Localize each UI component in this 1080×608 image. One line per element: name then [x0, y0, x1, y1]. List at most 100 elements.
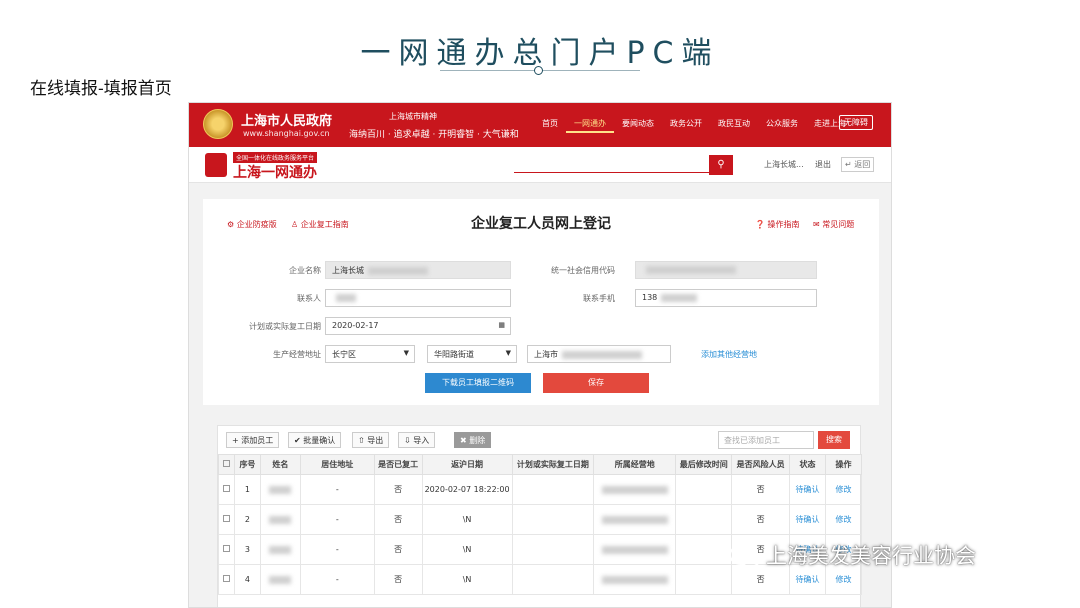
employee-address: - [299, 474, 375, 505]
business-site [593, 534, 677, 565]
credit-code-field [635, 261, 817, 279]
gov-site-name[interactable]: 上海市人民政府 [241, 110, 332, 129]
nav-item-open-gov[interactable]: 政务公开 [662, 118, 710, 133]
gov-nav: 首页 一网通办 要闻动态 政务公开 政民互动 公众服务 走进上海 [534, 118, 854, 133]
logout-link[interactable]: 退出 [815, 159, 831, 170]
browser-screenshot: 上海市人民政府 www.shanghai.gov.cn 上海城市精神 海纳百川 … [188, 102, 892, 608]
label-phone: 联系手机 [583, 294, 615, 303]
add-employee-label: 添加员工 [241, 436, 274, 445]
table-row[interactable]: 1 - 否 2020-02-07 18:22:00 否 待确认 修改 [218, 474, 863, 505]
add-address-link[interactable]: 添加其他经营地 [701, 349, 757, 360]
col-header: 状态 [789, 454, 826, 475]
select-all-checkbox[interactable] [218, 454, 235, 475]
row-checkbox[interactable] [218, 564, 235, 595]
city-spirit-slogan: 海纳百川 · 追求卓越 · 开明睿智 · 大气谦和 [349, 130, 519, 140]
wechat-icon [729, 545, 760, 568]
risk-flag: 否 [731, 474, 791, 505]
nav-item-yiwangtongban[interactable]: 一网通办 [566, 118, 614, 133]
download-qrcode-button[interactable]: 下载员工填报二维码 [425, 373, 531, 393]
employee-address: - [299, 504, 375, 535]
nav-item-home[interactable]: 首页 [534, 118, 566, 133]
row-checkbox[interactable] [218, 534, 235, 565]
label-address: 生产经营地址 [273, 350, 321, 359]
table-row[interactable]: 2 - 否 \N 否 待确认 修改 [218, 504, 863, 535]
col-header: 计划或实际复工日期 [511, 454, 595, 475]
return-date: \N [421, 504, 513, 535]
back-button[interactable]: ↵ 返回 [841, 157, 875, 172]
table-header-row: 序号 姓名 居住地址 是否已复工 返沪日期 计划或实际复工日期 所属经营地 最后… [218, 454, 863, 475]
redacted-text [269, 515, 292, 524]
edit-link[interactable]: 修改 [824, 474, 863, 505]
phone-field[interactable]: 138 [635, 289, 817, 307]
employee-name [259, 564, 301, 595]
batch-confirm-button[interactable]: ✔ 批量确认 [288, 432, 342, 448]
nav-item-news[interactable]: 要闻动态 [614, 118, 662, 133]
portal-name[interactable]: 上海一网通办 [233, 162, 317, 182]
col-header: 是否已复工 [373, 454, 423, 475]
last-modified [675, 504, 733, 535]
date-field[interactable]: 2020-02-17 ▦ [325, 317, 511, 335]
employee-search-button[interactable]: 搜索 [818, 431, 850, 449]
address-field[interactable]: 上海市 [527, 345, 671, 363]
national-emblem-icon [203, 109, 233, 139]
row-number: 2 [233, 504, 261, 535]
redacted-text [601, 575, 668, 584]
portal-logo-icon [205, 153, 227, 177]
col-header: 序号 [233, 454, 261, 475]
return-date: \N [421, 564, 513, 595]
search-icon[interactable]: ⚲ [709, 155, 733, 175]
returned-flag: 否 [373, 504, 423, 535]
last-modified [675, 534, 733, 565]
chevron-down-icon: ▼ [505, 349, 511, 357]
business-site [593, 504, 677, 535]
edit-link[interactable]: 修改 [824, 504, 863, 535]
redacted-text [368, 266, 428, 275]
district-select[interactable]: 长宁区 ▼ [325, 345, 415, 363]
employee-search-input[interactable]: 查找已添加员工 [718, 431, 814, 449]
status-link[interactable]: 待确认 [789, 474, 826, 505]
contact-field[interactable] [325, 289, 511, 307]
link-faq[interactable]: ✉ 常见问题 [813, 219, 854, 230]
export-button[interactable]: ⇧ 导出 [352, 432, 390, 448]
status-link[interactable]: 待确认 [789, 504, 826, 535]
nav-item-public-service[interactable]: 公众服务 [758, 118, 806, 133]
employee-name [259, 504, 301, 535]
plan-date [511, 534, 595, 565]
row-checkbox[interactable] [218, 474, 235, 505]
label-company: 企业名称 [289, 266, 321, 275]
plan-date [511, 474, 595, 505]
redacted-text [336, 293, 356, 302]
back-label: 返回 [854, 160, 871, 169]
last-modified [675, 474, 733, 505]
employee-address: - [299, 534, 375, 565]
portal-search-input[interactable] [514, 172, 709, 173]
import-button[interactable]: ⇩ 导入 [398, 432, 436, 448]
delete-button[interactable]: ✖ 删除 [454, 432, 492, 448]
row-checkbox[interactable] [218, 504, 235, 535]
street-select[interactable]: 华阳路街道 ▼ [427, 345, 517, 363]
current-user[interactable]: 上海长城... [764, 159, 804, 170]
company-name-value: 上海长城 [332, 266, 364, 275]
link-operation-guide[interactable]: ❓ 操作指南 [755, 219, 800, 230]
calendar-icon[interactable]: ▦ [498, 321, 505, 329]
business-site [593, 474, 677, 505]
return-date: \N [421, 534, 513, 565]
export-label: 导出 [367, 436, 384, 445]
address-value: 上海市 [534, 350, 558, 359]
nav-item-interaction[interactable]: 政民互动 [710, 118, 758, 133]
date-value: 2020-02-17 [332, 321, 379, 330]
redacted-text [269, 545, 292, 554]
redacted-text [269, 575, 292, 584]
col-header: 所属经营地 [593, 454, 677, 475]
col-header: 是否风险人员 [731, 454, 791, 475]
accessibility-button[interactable]: 无障碍 [839, 115, 873, 130]
employee-table: 序号 姓名 居住地址 是否已复工 返沪日期 计划或实际复工日期 所属经营地 最后… [218, 454, 863, 595]
redacted-text [601, 485, 668, 494]
batch-confirm-label: 批量确认 [303, 436, 336, 445]
returned-flag: 否 [373, 534, 423, 565]
redacted-text [646, 265, 736, 274]
redacted-text [661, 293, 698, 302]
employee-name [259, 534, 301, 565]
save-button[interactable]: 保存 [543, 373, 649, 393]
add-employee-button[interactable]: + 添加员工 [226, 432, 280, 448]
